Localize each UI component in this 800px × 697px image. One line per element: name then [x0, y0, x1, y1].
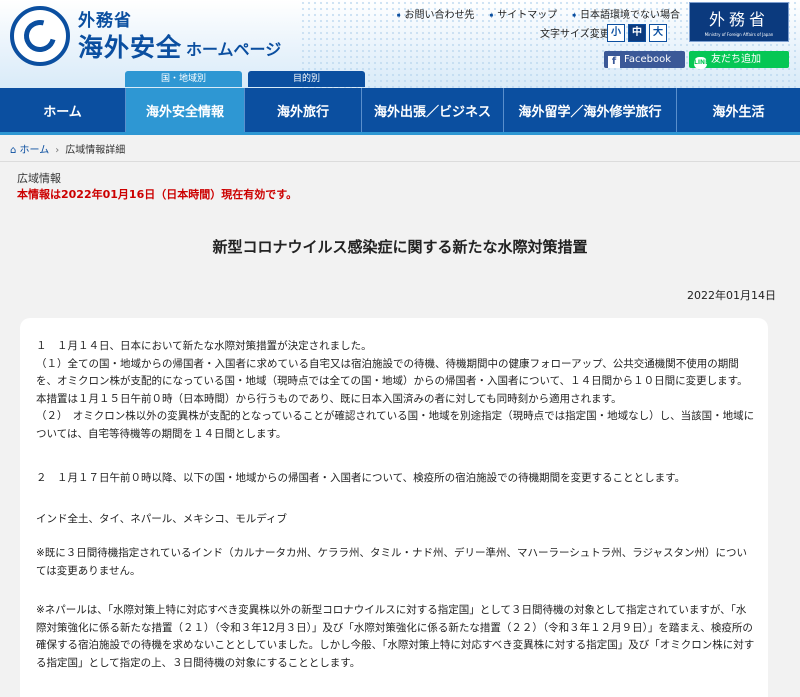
arrow-right-icon: ➧: [487, 11, 496, 21]
facebook-button[interactable]: f Facebook: [604, 51, 685, 68]
paragraph: （１）全ての国・地域からの帰国者・入国者に求めている自宅又は宿泊施設での待機、待…: [36, 357, 748, 405]
logo-text-homepage[interactable]: ホームページ: [186, 36, 281, 60]
font-size-medium-button[interactable]: 中: [628, 24, 646, 42]
nav-travel[interactable]: 海外旅行: [245, 88, 362, 132]
sitemap-link[interactable]: ➧ サイトマップ: [488, 10, 558, 21]
utility-links: ➧ お問い合わせ先 ➧ サイトマップ ➧ 日本語環境でない場合: [395, 6, 690, 21]
paragraph: ２ １月１７日午前０時以降、以下の国・地域からの帰国者・入国者について、検疫所の…: [36, 472, 686, 484]
mofa-banner[interactable]: 外務省 Ministry of Foreign Affairs of Japan: [689, 2, 789, 42]
paragraph: ※ネパールは、「水際対策上特に対応すべき変異株以外の新型コロナウイルスに対する指…: [36, 604, 755, 669]
site-logo-icon[interactable]: [10, 6, 70, 66]
paragraph: １ １月１４日、日本において新たな水際対策措置が決定されました。: [36, 340, 372, 352]
tab-by-country[interactable]: 国・地域別: [125, 71, 242, 87]
paragraph: インド全土、タイ、ネパール、メキシコ、モルディブ: [36, 513, 288, 525]
nav-business[interactable]: 海外出張／ビジネス: [362, 88, 504, 132]
breadcrumb-home[interactable]: ⌂ ホーム: [10, 145, 49, 156]
nav-accent-bar: [0, 132, 800, 135]
breadcrumb-current: 広域情報詳細: [65, 145, 126, 156]
main-nav: ホーム 海外安全情報 海外旅行 海外出張／ビジネス 海外留学／海外修学旅行 海外…: [0, 88, 800, 132]
font-size-small-button[interactable]: 小: [607, 24, 625, 42]
page-title: 新型コロナウイルス感染症に関する新たな水際対策措置: [212, 238, 588, 256]
divider: [0, 161, 800, 162]
home-icon: ⌂: [10, 145, 20, 156]
nav-living-abroad[interactable]: 海外生活: [677, 88, 800, 132]
font-size-large-button[interactable]: 大: [649, 24, 667, 42]
mofa-banner-title: 外務省: [708, 10, 769, 29]
contact-link[interactable]: ➧ お問い合わせ先: [395, 10, 475, 21]
chevron-right-icon: ›: [55, 145, 60, 156]
arrow-right-icon: ➧: [395, 11, 403, 21]
info-category: 広域情報: [17, 172, 61, 185]
facebook-icon: f: [608, 56, 620, 68]
nav-safety-info[interactable]: 海外安全情報: [126, 88, 245, 132]
line-icon: LINE: [694, 57, 709, 69]
font-size-label: 文字サイズ変更: [540, 29, 610, 40]
nav-home[interactable]: ホーム: [0, 88, 126, 132]
site-header: 外務省 海外安全 ホームページ ➧ お問い合わせ先 ➧ サイトマップ ➧ 日本語環境で…: [0, 0, 800, 88]
paragraph: ※既に３日間待機指定されているインド（カルナータカ州、ケララ州、タミル・ナド州、…: [36, 547, 748, 577]
article-body: １ １月１４日、日本において新たな水際対策措置が決定されました。 （１）全ての国…: [20, 318, 768, 697]
publish-date: 2022年01月14日: [687, 289, 776, 302]
logo-text-kaigai[interactable]: 海外安全: [78, 28, 182, 64]
line-add-friend-button[interactable]: LINE 友だち追加: [689, 51, 789, 69]
breadcrumb: ⌂ ホーム › 広域情報詳細: [10, 141, 125, 156]
nav-study-abroad[interactable]: 海外留学／海外修学旅行: [504, 88, 677, 132]
paragraph: （２） オミクロン株以外の変異株が支配的となっていることが確認されている国・地域…: [36, 410, 755, 440]
mofa-banner-subtitle: Ministry of Foreign Affairs of Japan: [704, 32, 774, 37]
arrow-right-icon: ➧: [570, 11, 579, 21]
tab-by-purpose[interactable]: 目的別: [248, 71, 365, 87]
validity-notice: 本情報は2022年01月16日（日本時間）現在有効です。: [17, 188, 298, 201]
non-japanese-link[interactable]: ➧ 日本語環境でない場合: [570, 10, 680, 21]
